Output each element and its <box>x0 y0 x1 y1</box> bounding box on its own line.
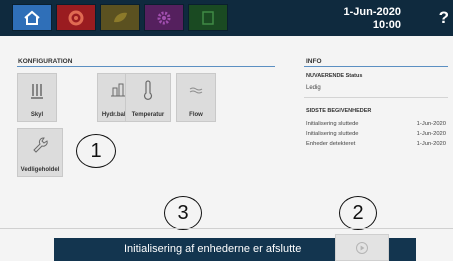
home-icon <box>24 10 40 25</box>
temperature-label: Temperatur <box>131 112 165 118</box>
flow-icon <box>189 87 203 94</box>
info-section-title: INFO <box>306 58 322 65</box>
recirculation-icon <box>68 10 84 25</box>
tab-home[interactable] <box>12 4 52 31</box>
recent-events-heading: SIDSTE BEGIVENHEDER <box>306 108 372 114</box>
event-date: 1-Jun-2020 <box>416 141 446 147</box>
event-row: Initialisering sluttede 1-Jun-2020 <box>306 131 446 137</box>
flush-icon <box>31 84 43 99</box>
gear-icon <box>157 11 171 24</box>
wrench-icon <box>33 137 48 153</box>
date-text: 1-Jun-2020 <box>343 6 401 18</box>
config-section-title: KONFIGURATION <box>18 58 73 65</box>
tab-settings[interactable] <box>144 4 184 31</box>
play-button[interactable] <box>335 234 389 261</box>
event-text: Initialisering sluttede <box>306 121 359 127</box>
flow-label: Flow <box>189 112 203 118</box>
book-icon <box>202 10 214 25</box>
date-time-display: 1-Jun-2020 10:00 <box>344 6 401 32</box>
leaf-icon <box>114 12 127 22</box>
event-row: Enheder detekteret 1-Jun-2020 <box>306 141 446 147</box>
thermometer-icon <box>143 80 153 100</box>
maintenance-label: Vedligeholdel <box>20 167 60 173</box>
status-divider <box>304 97 448 98</box>
event-row: Initialisering sluttede 1-Jun-2020 <box>306 121 446 127</box>
flow-button[interactable]: Flow <box>176 73 216 122</box>
top-navigation-bar: 1-Jun-2020 10:00 ? <box>0 0 453 36</box>
callout-2: 2 <box>339 196 377 230</box>
event-text: Enheder detekteret <box>306 141 356 147</box>
time-text: 10:00 <box>372 19 401 31</box>
temperature-button[interactable]: Temperatur <box>125 73 171 122</box>
callout-1: 1 <box>76 134 116 168</box>
play-icon <box>356 241 368 254</box>
info-divider <box>304 66 448 67</box>
event-date: 1-Jun-2020 <box>416 131 446 137</box>
flush-button[interactable]: Skyl <box>17 73 57 122</box>
current-status-heading: NUVAERENDE Status <box>306 73 363 79</box>
callout-3: 3 <box>164 196 202 230</box>
bottom-separator <box>0 228 453 229</box>
config-divider <box>17 66 275 67</box>
status-message: Initialisering af enhederne er afslutte <box>124 243 302 255</box>
help-button[interactable]: ? <box>439 8 449 28</box>
maintenance-button[interactable]: Vedligeholdel <box>17 128 63 177</box>
tab-log[interactable] <box>188 4 228 31</box>
flush-label: Skyl <box>30 112 44 118</box>
tab-leaf[interactable] <box>100 4 140 31</box>
event-text: Initialisering sluttede <box>306 131 359 137</box>
event-date: 1-Jun-2020 <box>416 121 446 127</box>
current-status-value: Ledig <box>306 85 321 91</box>
tab-recirculation[interactable] <box>56 4 96 31</box>
